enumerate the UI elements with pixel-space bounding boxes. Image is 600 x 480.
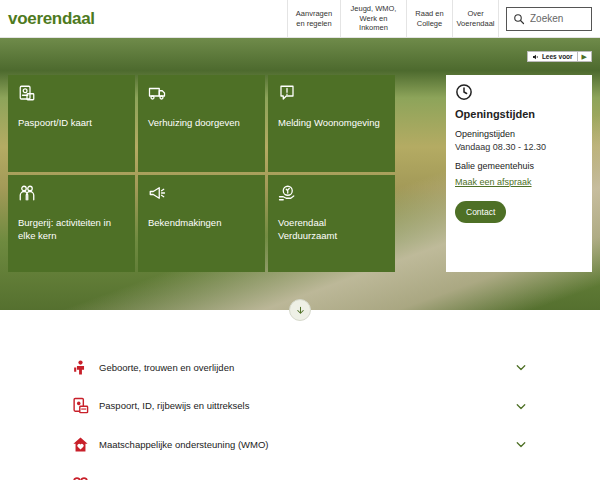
people-icon (18, 184, 36, 202)
play-button[interactable]: ▶ (578, 53, 591, 61)
chevron-icon (516, 362, 526, 372)
home-care-icon (72, 436, 89, 453)
arrow-down-icon (295, 305, 306, 316)
nav-item[interactable]: Jeugd, WMO, Werk en Inkomen (340, 0, 406, 37)
tile-label: Voerendaal Verduurzaamt (278, 216, 386, 243)
quick-link-tile[interactable]: Melding Woonomgeving (268, 75, 395, 172)
scroll-down-button[interactable] (289, 299, 311, 321)
main-nav: Aanvragen en regelenJeugd, WMO, Werk en … (287, 0, 499, 37)
tile-label: Bekendmakingen (148, 216, 256, 229)
hours-subtitle: Openingstijden (455, 129, 583, 139)
accordion-label: Maatschappelijke ondersteuning (WMO) (99, 439, 506, 450)
quick-link-tile[interactable]: Voerendaal Verduurzaamt (268, 175, 395, 272)
report-icon (278, 84, 296, 102)
quick-link-tile[interactable]: Burgerij: activiteiten in elke kern (8, 175, 135, 272)
family-icon (72, 359, 89, 376)
contact-button-wrap: Contact (455, 189, 583, 223)
hours-counter: Balie gemeentehuis (455, 161, 583, 171)
chevron-icon (516, 439, 526, 449)
accordion-row[interactable]: Maatschappelijke ondersteuning (WMO) (70, 425, 530, 464)
quick-link-tile[interactable]: Verhuizing doorgeven (138, 75, 265, 172)
quick-link-tile[interactable]: Paspoort/ID kaart (8, 75, 135, 172)
quick-link-tile[interactable]: Bekendmakingen (138, 175, 265, 272)
hours-today: Vandaag 08.30 - 12.30 (455, 142, 583, 152)
tile-label: Burgerij: activiteiten in elke kern (18, 216, 126, 243)
search-icon (513, 13, 525, 25)
nav-item[interactable]: Aanvragen en regelen (287, 0, 340, 37)
opening-hours-card: Openingstijden Openingstijden Vandaag 08.3… (446, 75, 592, 272)
search-input[interactable] (530, 13, 585, 24)
hero-banner: Paspoort/ID kaart Verhuizing doorgeven Mel… (0, 38, 600, 310)
nav-item[interactable]: Raad en College (406, 0, 452, 37)
speaker-icon (532, 53, 540, 61)
tile-label: Paspoort/ID kaart (18, 116, 126, 129)
read-aloud-button[interactable]: Lees voor (528, 52, 578, 61)
read-aloud-widget[interactable]: Lees voor ▶ (527, 51, 592, 62)
site-header: voerendaal Aanvragen en regelenJeugd, WMO… (0, 0, 600, 38)
accordion-row-partial (70, 464, 530, 480)
sustainability-icon (278, 184, 296, 202)
tile-label: Melding Woonomgeving (278, 116, 386, 129)
clock-icon (455, 83, 473, 101)
quick-links: Paspoort/ID kaart Verhuizing doorgeven Mel… (8, 75, 395, 272)
site-logo[interactable]: voerendaal (8, 9, 95, 29)
read-aloud-label: Lees voor (542, 53, 573, 60)
accordion-label: Geboorte, trouwen en overlijden (99, 362, 506, 373)
moving-truck-icon (148, 84, 166, 102)
hours-title: Openingstijden (455, 108, 583, 120)
accordion-label: Paspoort, ID, rijbewijs en uittreksels (99, 400, 506, 411)
megaphone-icon (148, 184, 166, 202)
group-icon (72, 476, 89, 480)
contact-button[interactable]: Contact (455, 201, 506, 223)
tile-label: Verhuizing doorgeven (148, 116, 256, 129)
passport-icon (18, 84, 36, 102)
id-card-icon (72, 397, 89, 414)
topic-accordion: Geboorte, trouwen en overlijden Paspoort,… (70, 348, 530, 480)
search-field[interactable] (506, 7, 592, 31)
appointment-link[interactable]: Maak een afspraak (455, 177, 532, 187)
nav-item[interactable]: Over Voerendaal (452, 0, 499, 37)
accordion-row[interactable]: Geboorte, trouwen en overlijden (70, 348, 530, 387)
chevron-icon (516, 401, 526, 411)
accordion-row[interactable]: Paspoort, ID, rijbewijs en uittreksels (70, 387, 530, 426)
